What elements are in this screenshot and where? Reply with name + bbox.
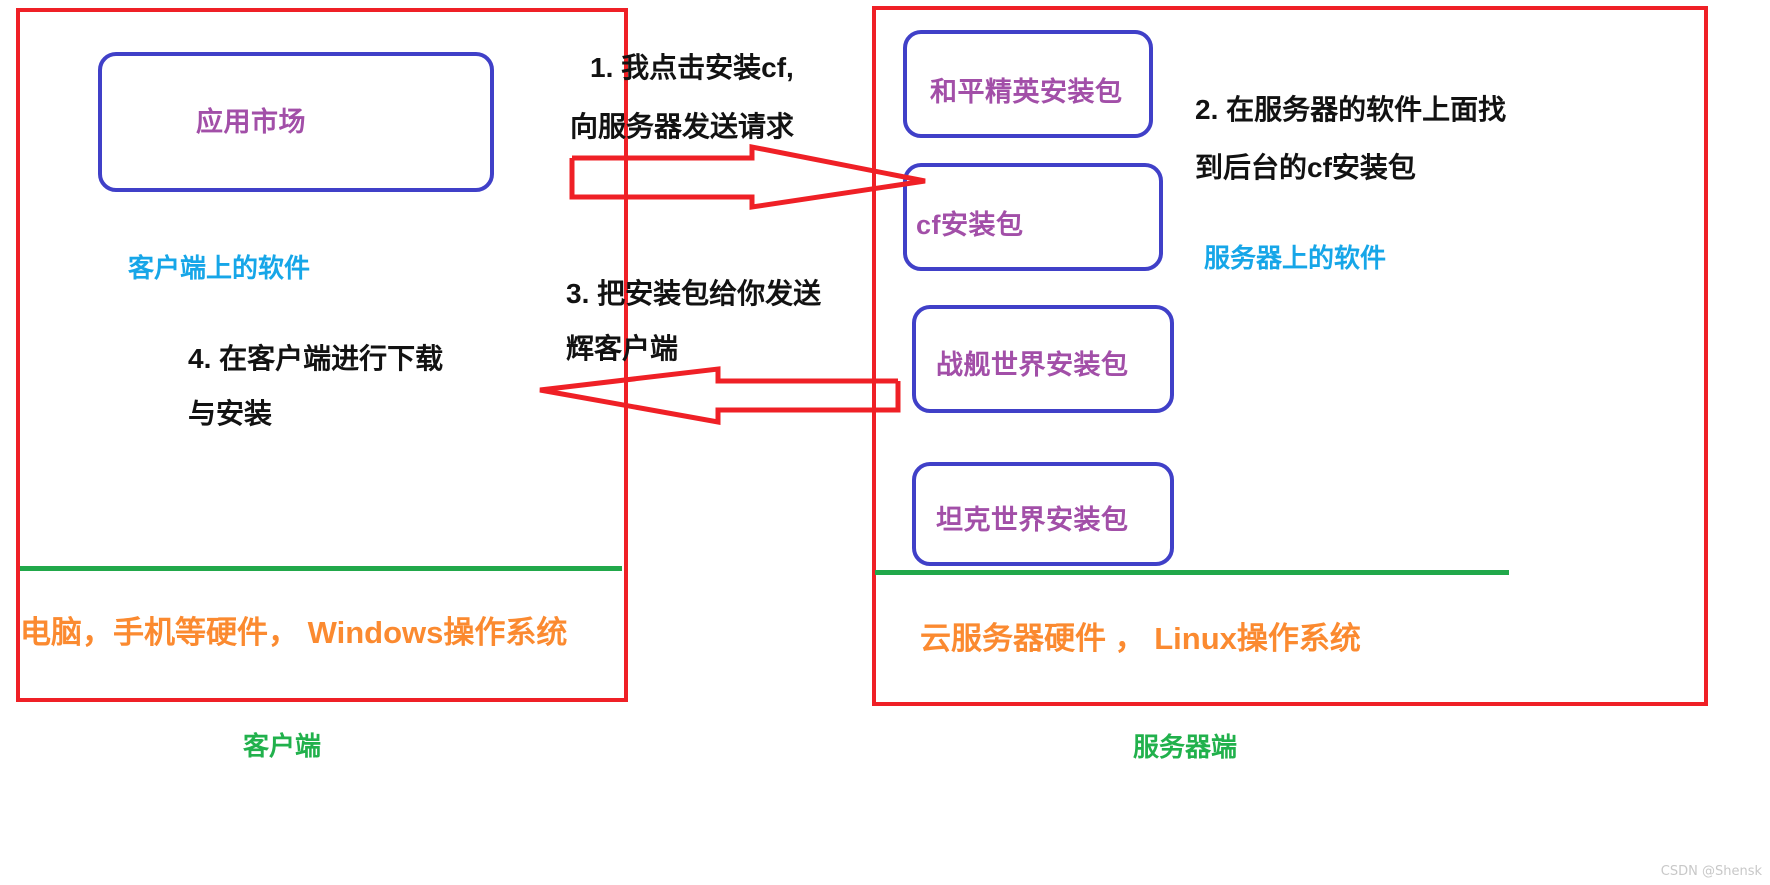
step3-line2: 辉客户端 bbox=[566, 333, 679, 364]
client-hardware-label: 电脑，手机等硬件， Windows操作系统 bbox=[20, 615, 568, 650]
package-label-2: 战舰世界安装包 bbox=[936, 350, 1129, 380]
server-tier-label: 服务器端 bbox=[1133, 732, 1238, 762]
step3-line1: 3. 把安装包给你发送 bbox=[566, 278, 822, 309]
client-base-line bbox=[20, 566, 622, 571]
server-software-label: 服务器上的软件 bbox=[1204, 243, 1387, 273]
step4-line1: 4. 在客户端进行下载 bbox=[188, 343, 444, 374]
step1-line2: 向服务器发送请求 bbox=[570, 111, 795, 142]
response-arrow-left bbox=[539, 366, 901, 425]
diagram-canvas: 应用市场 客户端上的软件 4. 在客户端进行下载 与安装 电脑，手机等硬件， W… bbox=[0, 0, 1770, 885]
step1-line1: 1. 我点击安装cf, bbox=[590, 52, 794, 83]
server-base-line bbox=[875, 570, 1509, 575]
client-software-label: 客户端上的软件 bbox=[128, 253, 311, 283]
app-store-label: 应用市场 bbox=[196, 107, 306, 137]
server-hardware-label: 云服务器硬件 ， Linux操作系统 bbox=[920, 621, 1361, 656]
step2-line1: 2. 在服务器的软件上面找 bbox=[1195, 94, 1507, 125]
step4-line2: 与安装 bbox=[188, 398, 273, 429]
package-label-0: 和平精英安装包 bbox=[930, 77, 1123, 107]
client-tier-label: 客户端 bbox=[243, 731, 322, 761]
step2-line2: 到后台的cf安装包 bbox=[1195, 152, 1416, 183]
csdn-watermark: CSDN @Shensk bbox=[1660, 864, 1762, 879]
package-label-3: 坦克世界安装包 bbox=[936, 505, 1129, 535]
request-arrow-right bbox=[569, 143, 926, 210]
